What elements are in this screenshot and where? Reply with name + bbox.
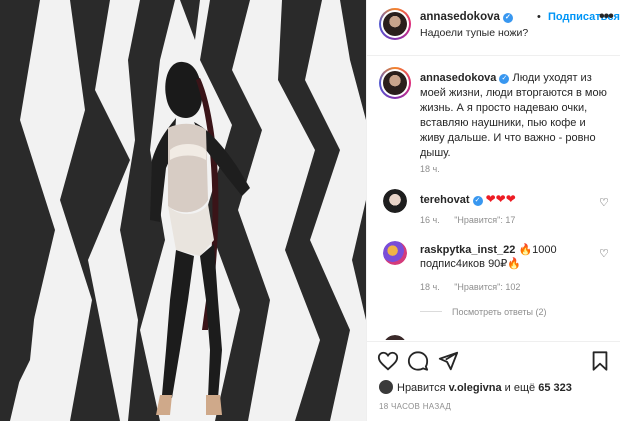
replies-divider xyxy=(420,311,442,312)
comment-avatar[interactable] xyxy=(383,241,407,265)
comments-list[interactable]: annasedokova ✓ Люди уходят из моей жизни,… xyxy=(367,57,620,340)
likes-summary[interactable]: Нравится v.olegivna и ещё 65 323 xyxy=(379,380,572,394)
verified-badge-icon: ✓ xyxy=(502,13,513,23)
comment-item: terehovat ✓ ❤❤❤ xyxy=(420,192,580,207)
caption-author-avatar[interactable] xyxy=(379,67,411,99)
comment-username[interactable]: raskpytka_inst_22 xyxy=(420,244,515,256)
verified-badge-icon: ✓ xyxy=(499,74,510,84)
comment-avatar[interactable] xyxy=(383,189,407,213)
comment-like-heart-icon[interactable]: ♡ xyxy=(599,196,609,209)
likes-mid: и ещё xyxy=(504,382,536,394)
comment-time[interactable]: 18 ч. xyxy=(420,282,440,292)
post-header: annasedokova ✓ • Подписаться ••• Надоели … xyxy=(367,0,620,56)
comment-avatar[interactable] xyxy=(383,335,407,340)
comment-time[interactable]: 16 ч. xyxy=(420,215,440,225)
post-timestamp[interactable]: 18 ЧАСОВ НАЗАД xyxy=(379,402,451,411)
caption-timestamp[interactable]: 18 ч. xyxy=(420,164,440,174)
bookmark-icon[interactable] xyxy=(589,350,611,372)
comment-like-heart-icon[interactable]: ♡ xyxy=(599,247,609,260)
comment-likes[interactable]: "Нравится": 17 xyxy=(454,215,515,225)
post-location[interactable]: Надоели тупые ножи? xyxy=(420,27,528,39)
view-replies-button[interactable]: Посмотреть ответы (2) xyxy=(420,307,547,317)
comment-meta: 18 ч. "Нравится": 102 xyxy=(420,282,532,292)
speech-bubble-icon[interactable] xyxy=(407,350,429,372)
liker-avatar xyxy=(379,380,393,394)
verified-badge-icon: ✓ xyxy=(472,196,483,206)
post-caption: annasedokova ✓ Люди уходят из моей жизни,… xyxy=(420,71,610,161)
photo-image xyxy=(0,0,366,421)
heart-outline-icon[interactable] xyxy=(377,350,399,372)
view-replies-label: Посмотреть ответы (2) xyxy=(452,307,547,317)
comment-text: ❤❤❤ xyxy=(485,192,516,206)
likes-count[interactable]: 65 323 xyxy=(538,382,572,394)
post-actions: Нравится v.olegivna и ещё 65 323 18 ЧАСО… xyxy=(367,341,620,421)
header-separator: • xyxy=(537,11,541,23)
author-username[interactable]: annasedokova ✓ xyxy=(420,11,513,23)
post-side-panel: annasedokova ✓ • Подписаться ••• Надоели … xyxy=(366,0,620,421)
comment-username[interactable]: terehovat xyxy=(420,194,470,206)
comment-item: raskpytka_inst_22 🔥1000 подпис4иков 90₽🔥 xyxy=(420,243,580,271)
post-photo[interactable] xyxy=(0,0,366,421)
liked-by-user[interactable]: v.olegivna xyxy=(449,382,502,394)
comment-meta: 16 ч. "Нравится": 17 xyxy=(420,215,527,225)
paper-plane-icon[interactable] xyxy=(437,350,459,372)
caption-text: Люди уходят из моей жизни, люди вторгают… xyxy=(420,72,607,159)
author-avatar[interactable] xyxy=(379,8,411,40)
comment-likes[interactable]: "Нравится": 102 xyxy=(454,282,520,292)
likes-prefix: Нравится xyxy=(397,382,446,394)
more-options-icon[interactable]: ••• xyxy=(599,8,614,26)
caption-username[interactable]: annasedokova xyxy=(420,72,496,84)
instagram-post: annasedokova ✓ • Подписаться ••• Надоели … xyxy=(0,0,620,421)
